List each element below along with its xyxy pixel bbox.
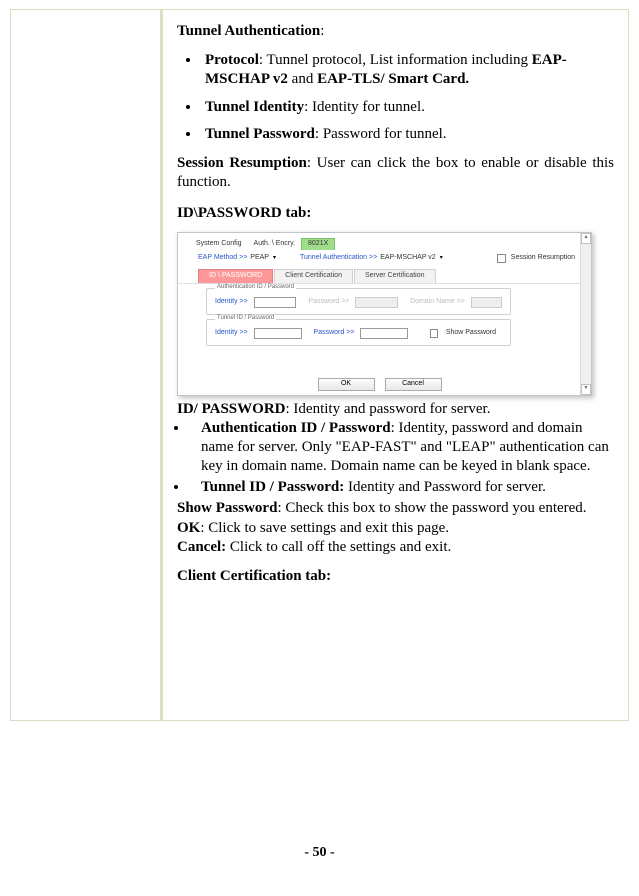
- idpw-tab-head: ID\PASSWORD tab:: [177, 204, 614, 223]
- ok-line: OK: Click to save settings and exit this…: [177, 519, 614, 538]
- show-pw-line: Show Password: Check this box to show th…: [177, 499, 614, 518]
- tunnel-auth-list: Protocol: Tunnel protocol, List informat…: [177, 51, 614, 144]
- auth-id-group: Authentication ID / Password Identity >>…: [206, 288, 511, 315]
- tunnel-auth-select[interactable]: EAP-MSCHAP v2: [380, 254, 443, 263]
- password-label-2: Password >>: [314, 329, 355, 338]
- tunnel-id-pw-item: Tunnel ID / Password: Identity and Passw…: [189, 478, 614, 497]
- password-input-2[interactable]: [360, 328, 408, 339]
- top-tabs: System Config Auth. \ Encry. 8021X: [178, 233, 591, 250]
- tunnel-id-group: Tunnel ID / Password Identity >> Passwor…: [206, 319, 511, 346]
- protocol-item: Protocol: Tunnel protocol, List informat…: [201, 51, 614, 89]
- right-column: Tunnel Authentication: Protocol: Tunnel …: [163, 10, 628, 720]
- identity-label-2: Identity >>: [215, 329, 248, 338]
- tunnel-id-legend: Tunnel ID / Password: [215, 315, 276, 323]
- session-resumption-label: Session Resumption: [511, 254, 575, 263]
- scrollbar[interactable]: ▴ ▾: [580, 233, 591, 395]
- eap-method-link[interactable]: EAP Method >>: [198, 254, 247, 263]
- tab-8021x[interactable]: 8021X: [301, 238, 335, 250]
- identity-label: Identity >>: [215, 298, 248, 307]
- tunnel-auth-link[interactable]: Tunnel Authentication >>: [300, 254, 377, 263]
- eap-method-select[interactable]: PEAP: [250, 254, 276, 263]
- tab-system-config[interactable]: System Config: [190, 239, 248, 250]
- page-number: - 50 -: [0, 845, 639, 861]
- identity-input-2[interactable]: [254, 328, 302, 339]
- domain-label: Domain Name >>: [410, 298, 465, 307]
- subtab-client-cert[interactable]: Client Certification: [274, 269, 353, 283]
- button-row: OK Cancel: [178, 378, 581, 391]
- domain-input: [471, 297, 502, 308]
- cancel-button[interactable]: Cancel: [385, 378, 442, 391]
- session-resumption-line: Session Resumption: User can click the b…: [177, 154, 614, 192]
- auth-id-legend: Authentication ID / Password: [215, 284, 296, 292]
- cancel-line: Cancel: Click to call off the settings a…: [177, 538, 614, 557]
- sub-tabs: ID \ PASSWORD Client Certification Serve…: [178, 268, 591, 284]
- subtab-id-password[interactable]: ID \ PASSWORD: [198, 269, 273, 283]
- tab-auth-encry[interactable]: Auth. \ Encry.: [248, 239, 302, 250]
- scroll-down-icon[interactable]: ▾: [581, 384, 591, 395]
- left-column: [11, 10, 163, 720]
- session-resumption-checkbox[interactable]: [497, 254, 506, 263]
- tunnel-identity-item: Tunnel Identity: Identity for tunnel.: [201, 98, 614, 117]
- eap-row: EAP Method >> PEAP Tunnel Authentication…: [178, 250, 591, 268]
- embedded-screenshot: ▴ ▾ System Config Auth. \ Encry. 8021X E…: [177, 232, 592, 396]
- idpw-head-line: ID/ PASSWORD: Identity and password for …: [177, 400, 614, 419]
- password-label-1: Password >>: [308, 298, 349, 307]
- tunnel-auth-head: Tunnel Authentication:: [177, 22, 614, 41]
- ok-button[interactable]: OK: [318, 378, 375, 391]
- auth-id-pw-item: Authentication ID / Password: Identity, …: [189, 419, 614, 477]
- scroll-up-icon[interactable]: ▴: [581, 233, 591, 244]
- show-password-checkbox[interactable]: [430, 329, 438, 338]
- show-password-label: Show Password: [446, 329, 496, 338]
- doc-table: Tunnel Authentication: Protocol: Tunnel …: [10, 9, 629, 721]
- subtab-server-cert[interactable]: Server Certification: [354, 269, 436, 283]
- identity-input[interactable]: [254, 297, 297, 308]
- password-input-1: [355, 297, 398, 308]
- tunnel-password-item: Tunnel Password: Password for tunnel.: [201, 125, 614, 144]
- idpw-list: Authentication ID / Password: Identity, …: [177, 419, 614, 498]
- client-cert-head: Client Certification tab:: [177, 567, 614, 586]
